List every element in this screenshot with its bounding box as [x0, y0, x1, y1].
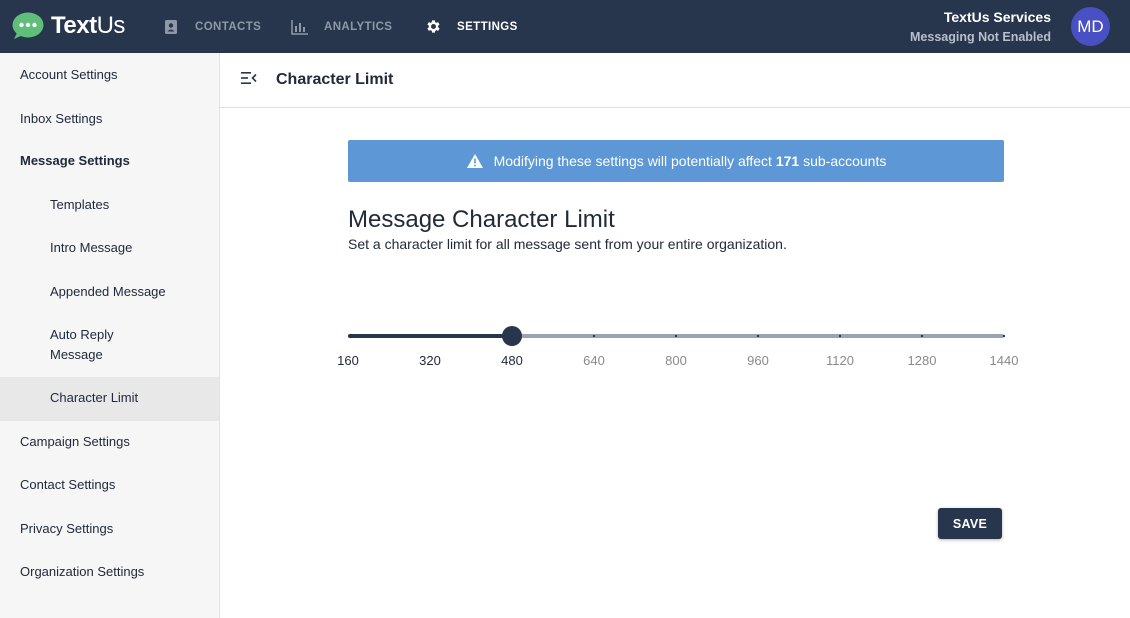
sidebar-item-contact-settings[interactable]: Contact Settings	[0, 475, 219, 495]
sidebar-item-appended-message[interactable]: Appended Message	[0, 282, 219, 302]
save-button[interactable]: SAVE	[938, 508, 1002, 539]
slider-mark	[593, 335, 595, 337]
slider-mark	[839, 335, 841, 337]
messaging-status: Messaging Not Enabled	[910, 30, 1051, 44]
slider-mark	[429, 335, 431, 337]
slider-mark-label[interactable]: 160	[318, 353, 378, 368]
sidebar-item-label: Character Limit	[50, 390, 139, 405]
sidebar-item-label-line2: Message	[50, 347, 103, 362]
slider-mark	[675, 335, 677, 337]
sidebar-item-auto-reply-message[interactable]: Auto Reply Message	[0, 325, 219, 365]
nav-analytics-label: ANALYTICS	[324, 20, 393, 33]
nav-contacts-label: CONTACTS	[195, 20, 262, 33]
sub-account-count: 171	[775, 153, 800, 169]
slider-mark-label[interactable]: 1280	[892, 353, 952, 368]
section-description: Set a character limit for all message se…	[348, 236, 787, 252]
nav-analytics[interactable]: ANALYTICS	[291, 0, 392, 53]
slider-mark	[757, 335, 759, 337]
slider-mark-label[interactable]: 480	[482, 353, 542, 368]
sidebar-item-account-settings[interactable]: Account Settings	[0, 65, 219, 85]
sidebar-item-inbox-settings[interactable]: Inbox Settings	[0, 109, 219, 129]
sidebar-item-organization-settings[interactable]: Organization Settings	[0, 562, 219, 582]
top-navigation-bar: TextUs CONTACTS ANALYTICS SETTINGS TextU…	[0, 0, 1130, 53]
contacts-icon	[162, 18, 180, 36]
content-header: Character Limit	[220, 53, 1130, 108]
sidebar-item-message-settings[interactable]: Message Settings	[0, 151, 219, 171]
slider-mark	[921, 335, 923, 337]
sidebar-item-label: Auto Reply	[50, 327, 114, 342]
sidebar-item-privacy-settings[interactable]: Privacy Settings	[0, 519, 219, 539]
avatar[interactable]: MD	[1071, 7, 1110, 46]
slider-mark-label[interactable]: 960	[728, 353, 788, 368]
nav-settings[interactable]: SETTINGS	[424, 0, 518, 53]
warning-icon	[466, 154, 483, 168]
sidebar-item-character-limit[interactable]: Character Limit	[0, 377, 219, 421]
slider-mark-label[interactable]: 640	[564, 353, 624, 368]
account-info[interactable]: TextUs Services Messaging Not Enabled	[910, 8, 1051, 46]
textus-logo[interactable]: TextUs	[12, 11, 125, 41]
banner-text: Modifying these settings will potentiall…	[493, 153, 887, 169]
sidebar-item-templates[interactable]: Templates	[0, 195, 219, 215]
slider-mark-label[interactable]: 800	[646, 353, 706, 368]
sub-accounts-warning-banner: Modifying these settings will potentiall…	[348, 140, 1004, 182]
settings-sidebar: Account Settings Inbox Settings Message …	[0, 53, 220, 618]
collapse-sidebar-icon[interactable]	[240, 69, 258, 87]
slider-mark-label[interactable]: 1440	[974, 353, 1034, 368]
slider-mark	[1003, 335, 1005, 337]
nav-settings-label: SETTINGS	[457, 20, 518, 33]
slider-mark-label[interactable]: 1120	[810, 353, 870, 368]
sidebar-item-campaign-settings[interactable]: Campaign Settings	[0, 432, 219, 452]
analytics-icon	[291, 18, 309, 36]
character-limit-slider[interactable]	[348, 326, 1005, 346]
section-title: Message Character Limit	[348, 206, 615, 233]
sidebar-item-intro-message[interactable]: Intro Message	[0, 238, 219, 258]
gear-icon	[424, 18, 442, 36]
logo-wordmark: TextUs	[51, 12, 125, 39]
org-name: TextUs Services	[943, 9, 1051, 25]
nav-contacts[interactable]: CONTACTS	[162, 0, 261, 53]
slider-thumb[interactable]	[502, 326, 522, 346]
chat-bubble-logo-icon	[12, 12, 44, 39]
page-title: Character Limit	[276, 71, 394, 88]
slider-mark-label[interactable]: 320	[400, 353, 460, 368]
